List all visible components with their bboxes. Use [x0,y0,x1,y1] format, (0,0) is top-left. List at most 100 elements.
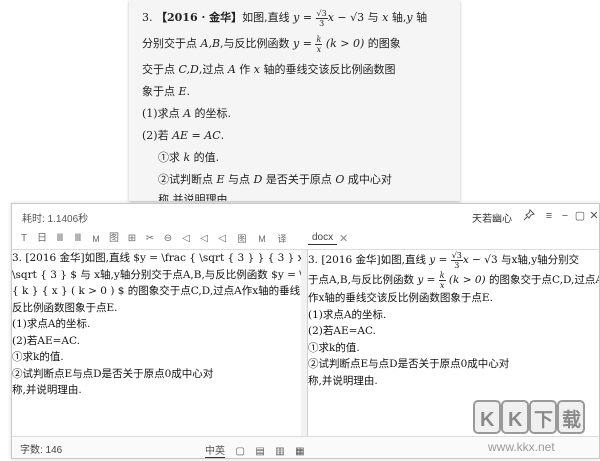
export-icon[interactable]: ▥ [275,446,284,457]
split-tool-icon[interactable]: Ⅲ [72,232,84,246]
rendered-line: (1)求点A的坐标. [308,308,387,321]
text-tool-icon[interactable]: T [18,232,30,246]
tab-docx[interactable]: docx [308,231,338,245]
q-text: 象于点 [142,85,179,98]
raw-line: 称,并说明理由. [12,384,82,396]
q-text: 是否关于原点 [262,173,336,186]
q-math: A [183,107,192,120]
merge-tool-icon[interactable]: M [90,232,102,246]
pin-icon[interactable] [522,209,536,223]
q-math: x − [327,11,347,24]
svg-text:K: K [480,409,495,431]
frac-num: k [315,34,323,45]
rendered-line: 3. [2016 金华]如图,直线 y = √3 3 x − √3 与x轴,y轴分别… [308,250,599,270]
q-math: y = [293,11,313,24]
save-icon[interactable]: ▦ [295,446,304,457]
q-text: 的坐标. [191,107,232,120]
raw-text-pane[interactable]: 3. [2016 金华]如图,直线 $y = \frac { \sqrt { 3… [12,250,308,436]
columns-tool-icon[interactable]: Ⅲ [54,232,66,246]
menu-icon[interactable]: ≡ [542,209,556,223]
close-icon[interactable]: ✕ [587,209,600,223]
question-line-2: 分别交于点 A,B,与反比例函数 y = kx (k > 0) 的图象 [142,31,401,57]
raw-line: { k } { x } ( k > 0 ) $ 的图象交于点C,D,过点A作x轴… [12,285,308,297]
rendered-line: 作x轴的垂线交该反比例函数图象于点E. [308,292,493,304]
rendered-line: 称,并说明理由. [308,374,378,387]
rendered-fraction: kx [438,270,446,290]
q-text: 如图,直线 [242,11,294,24]
layout-tool-icon[interactable]: 日 [36,232,48,246]
pin-icon-svg [523,209,535,221]
language-toggle[interactable]: 中英 [205,442,225,458]
rendered-line: ②试判断点E与点D是否关于原点0成中心对 [308,358,510,370]
q-text: 与 [364,11,383,24]
table-tool-icon[interactable]: ⊞ [126,232,138,246]
rendered-fraction: √3 3 [450,250,463,270]
q-text: ,过点 [198,63,228,76]
close-tab-icon[interactable]: ✕ [339,232,348,245]
q-text: 分别交于点 [142,37,201,50]
status-icons: 中英 ▢ ▤ ▥ ▦ [205,441,311,459]
zoom-tool-icon[interactable]: ⊖ [162,232,174,246]
question-image: 3. 【2016 · 金华】如图,直线 y = √3 3 x − √3 与 x 轴,… [129,0,460,201]
translate-tool-icon[interactable]: 译 [276,232,288,246]
svg-text:下: 下 [534,409,553,431]
speak-tool-icon[interactable]: ◁ [180,232,192,246]
scissors-icon[interactable]: ✂ [144,232,156,246]
watermark-url: www.kkx.net [487,440,555,454]
q-text: 作 [235,63,254,76]
speak3-tool-icon[interactable]: ◁ [216,232,228,246]
frac-den: x [439,280,445,290]
left-scrollbar[interactable] [301,250,307,436]
frac-num: √3 [450,250,463,261]
fraction-sqrt3-over-3: √3 3 [315,9,328,28]
q-text: 轴 [412,11,428,24]
svg-text:载: 载 [562,408,581,431]
rendered-line: ①求k的值. [308,341,360,354]
picture-tool-icon[interactable]: 图 [236,232,248,246]
q-text: (1)求点 [142,107,184,120]
question-source: 【2016 · 金华】 [156,11,243,24]
rendered-text: 于点A,B,与反比例函数 [308,274,418,286]
q-math: A,B [200,37,221,50]
q-text: 的图象 [364,37,401,50]
question-sub-2-cont: 称,并说明理由. [158,187,231,201]
rendered-text: 的图象交于点C,D,过点A [485,274,599,286]
q-text: 轴的垂线交该反比例函数图 [260,63,396,76]
q-math: A [227,63,236,76]
q-text: ,与反比例函数 [220,37,294,50]
frac-den: x [316,44,322,54]
frac-den: 3 [454,260,460,270]
q-math: AE = AC [172,129,221,142]
word-count: 字数: 146 [20,445,63,456]
q-math: E [178,85,187,98]
image-tool-icon[interactable]: 图 [108,232,120,246]
frac-num: k [438,270,446,281]
rendered-line: 于点A,B,与反比例函数 y = kx (k > 0) 的图象交于点C,D,过点… [308,270,599,290]
q-text: . [220,129,225,142]
copy-icon[interactable]: ▢ [235,446,244,457]
raw-line: ②试判断点E与点D是否关于原点0成中心对 [12,367,214,380]
speak2-tool-icon[interactable]: ◁ [198,232,210,246]
rendered-text: 3. [2016 金华]如图,直线 [308,254,430,266]
q-text: ②试判断点 [158,173,217,186]
q-text: 轴, [388,11,407,24]
toolbar: T 日 Ⅲ Ⅲ M 图 ⊞ ✂ ⊖ ◁ ◁ ◁ 图 M 译 docx ✕ [12,229,599,250]
rendered-math: (k > 0) [448,274,486,286]
q-text: . [186,85,191,98]
fraction-k-over-x: kx [315,34,323,54]
app-name: 天若幽心 [472,214,512,225]
svg-text:K: K [508,409,523,431]
minimize-icon[interactable]: − [558,209,572,223]
rendered-math: y = [429,254,451,266]
maximize-icon[interactable]: ▢ [573,209,587,223]
q-text: (2)若 [142,129,173,142]
m-tool-icon[interactable]: M [256,232,268,246]
q-text: 的值. [190,151,220,164]
paste-icon[interactable]: ▤ [255,446,264,457]
raw-line: \sqrt { 3 } $ 与 x轴,y轴分别交于点A,B,与反比例函数 $y … [12,268,308,281]
rendered-text: − √3 与x轴,y轴分别交 [468,254,580,266]
question-line-1: 3. 【2016 · 金华】如图,直线 y = √3 3 x − √3 与 x 轴,… [142,5,427,31]
raw-line: (2)若AE=AC. [12,334,80,347]
title-bar[interactable]: 耗时: 1.1406秒 天若幽心 ≡ − ▢ ✕ [12,204,599,229]
rendered-math: y = [417,274,439,286]
